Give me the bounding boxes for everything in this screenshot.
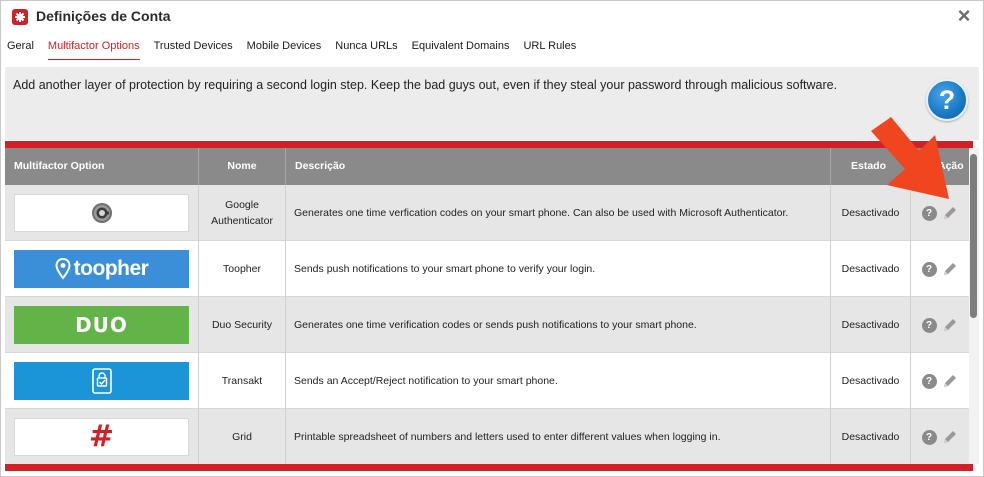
- row-help-icon[interactable]: ?: [921, 429, 937, 445]
- option-description: Generates one time verification codes or…: [286, 297, 831, 353]
- option-name: Google Authenticator: [199, 185, 286, 241]
- table-row: Google Authenticator Generates one time …: [5, 185, 969, 241]
- vertical-scrollbar[interactable]: [969, 148, 979, 464]
- intro-text: Add another layer of protection by requi…: [13, 78, 838, 92]
- tab-trusted-devices[interactable]: Trusted Devices: [154, 40, 233, 60]
- tab-multifactor-options[interactable]: Multifactor Options: [47, 40, 140, 60]
- edit-pencil-icon[interactable]: [941, 372, 959, 390]
- toopher-wordmark: toopher: [73, 257, 149, 280]
- google-authenticator-icon: [91, 203, 112, 223]
- tab-geral[interactable]: Geral: [7, 40, 34, 60]
- row-help-icon[interactable]: ?: [921, 261, 937, 277]
- option-name: Duo Security: [199, 297, 286, 353]
- table-top-border: [5, 141, 973, 148]
- tab-url-rules[interactable]: URL Rules: [523, 40, 576, 60]
- location-pin-icon: [55, 258, 71, 280]
- tab-nunca-urls[interactable]: Nunca URLs: [335, 40, 397, 60]
- duo-logo: DUO: [14, 306, 189, 344]
- multifactor-table: Multifactor Option Nome Descrição Estado…: [5, 148, 969, 464]
- edit-pencil-icon[interactable]: [941, 316, 959, 334]
- edit-pencil-icon[interactable]: [941, 204, 959, 222]
- header-nome: Nome: [199, 148, 286, 185]
- table-row: # Grid Printable spreadsheet of numbers …: [5, 409, 969, 464]
- intro-panel: Add another layer of protection by requi…: [5, 67, 979, 140]
- option-name: Toopher: [199, 241, 286, 297]
- row-help-icon[interactable]: ?: [921, 373, 937, 389]
- tab-equivalent-domains[interactable]: Equivalent Domains: [412, 40, 510, 60]
- option-description: Generates one time verfication codes on …: [286, 185, 831, 241]
- tab-mobile-devices[interactable]: Mobile Devices: [247, 40, 322, 60]
- title-bar: Definições de Conta ×: [1, 1, 983, 33]
- lastpass-logo-icon: [12, 9, 28, 25]
- window-title: Definições de Conta: [36, 8, 171, 24]
- table-header: Multifactor Option Nome Descrição Estado…: [5, 148, 969, 185]
- table-bottom-border: [5, 464, 973, 471]
- transakt-logo: [14, 362, 189, 400]
- option-status: Desactivado: [831, 297, 911, 353]
- grid-logo: #: [14, 418, 189, 456]
- phone-lock-icon: [91, 368, 112, 394]
- option-name: Grid: [199, 409, 286, 464]
- row-help-icon[interactable]: ?: [921, 317, 937, 333]
- account-settings-window: Definições de Conta × Geral Multifactor …: [0, 0, 984, 477]
- settings-tabs: Geral Multifactor Options Trusted Device…: [7, 40, 590, 60]
- table-row: Transakt Sends an Accept/Reject notifica…: [5, 353, 969, 409]
- edit-pencil-icon[interactable]: [941, 428, 959, 446]
- option-status: Desactivado: [831, 241, 911, 297]
- option-description: Printable spreadsheet of numbers and let…: [286, 409, 831, 464]
- header-descricao: Descrição: [286, 148, 831, 185]
- header-estado: Estado: [831, 148, 911, 185]
- option-status: Desactivado: [831, 185, 911, 241]
- header-multifactor-option: Multifactor Option: [5, 148, 199, 185]
- option-description: Sends an Accept/Reject notification to y…: [286, 353, 831, 409]
- row-help-icon[interactable]: ?: [921, 205, 937, 221]
- toopher-logo: toopher: [14, 250, 189, 288]
- option-status: Desactivado: [831, 353, 911, 409]
- header-acao: Ação: [938, 160, 964, 172]
- table-row: toopher Toopher Sends push notifications…: [5, 241, 969, 297]
- grid-hash-icon: #: [88, 419, 115, 454]
- duo-wordmark: DUO: [75, 313, 128, 337]
- google-authenticator-logo: [14, 194, 189, 232]
- help-button[interactable]: ?: [926, 79, 968, 121]
- close-button[interactable]: ×: [953, 4, 975, 28]
- edit-pencil-icon[interactable]: [941, 260, 959, 278]
- option-name: Transakt: [199, 353, 286, 409]
- option-description: Sends push notifications to your smart p…: [286, 241, 831, 297]
- table-row: DUO Duo Security Generates one time veri…: [5, 297, 969, 353]
- scrollbar-thumb[interactable]: [970, 154, 977, 318]
- option-status: Desactivado: [831, 409, 911, 464]
